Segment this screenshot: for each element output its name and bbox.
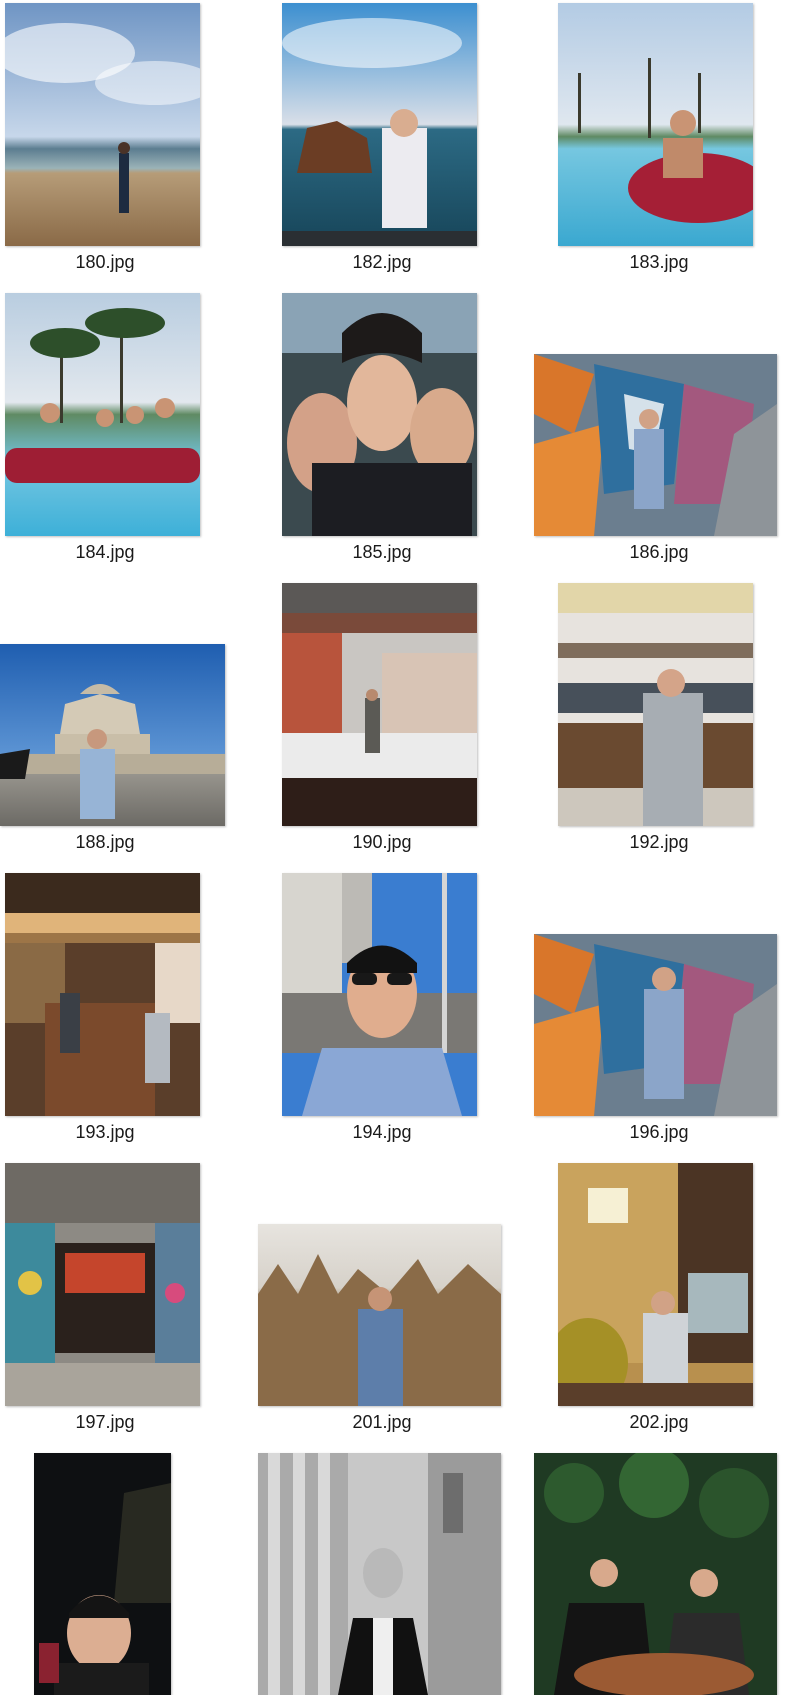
thumbnail-193[interactable] [5, 873, 200, 1116]
file-name: 182.jpg [352, 252, 412, 272]
thumbnail-201[interactable] [258, 1224, 501, 1406]
file-item-197[interactable]: 197.jpg [0, 1160, 262, 1450]
thumbnail-184[interactable] [5, 293, 200, 536]
file-item-190[interactable]: 190.jpg [262, 580, 524, 870]
thumbnail-186[interactable] [534, 354, 777, 536]
file-item-196[interactable]: 196.jpg [524, 870, 786, 1160]
file-item-180[interactable]: 180.jpg [0, 0, 262, 290]
thumbnail-196[interactable] [534, 934, 777, 1116]
file-item-183[interactable]: 183.jpg [524, 0, 786, 290]
file-name: 185.jpg [352, 542, 412, 562]
file-name: 202.jpg [629, 1412, 689, 1432]
file-name: 184.jpg [75, 542, 135, 562]
file-item-201[interactable]: 201.jpg [258, 1160, 524, 1450]
file-name: 194.jpg [352, 1122, 412, 1142]
file-name: 183.jpg [629, 252, 689, 272]
file-name: 193.jpg [75, 1122, 135, 1142]
file-item-182[interactable]: 182.jpg [262, 0, 524, 290]
thumbnail-182[interactable] [282, 3, 477, 246]
thumbnail-202[interactable] [558, 1163, 753, 1406]
file-item-186[interactable]: 186.jpg [524, 290, 786, 580]
file-item-192[interactable]: 192.jpg [524, 580, 786, 870]
thumbnail-185[interactable] [282, 293, 477, 536]
file-item-partial-1[interactable] [0, 1450, 262, 1695]
thumbnail-192[interactable] [558, 583, 753, 826]
file-item-partial-3[interactable] [524, 1450, 786, 1695]
thumbnail-194[interactable] [282, 873, 477, 1116]
thumbnail-183[interactable] [558, 3, 753, 246]
file-name: 192.jpg [629, 832, 689, 852]
file-item-193[interactable]: 193.jpg [0, 870, 262, 1160]
file-item-202[interactable]: 202.jpg [524, 1160, 786, 1450]
file-item-184[interactable]: 184.jpg [0, 290, 262, 580]
file-name: 197.jpg [75, 1412, 135, 1432]
thumbnail-partial-2[interactable] [258, 1453, 501, 1695]
thumbnail-188[interactable] [0, 644, 225, 826]
file-name: 180.jpg [75, 252, 135, 272]
file-item-185[interactable]: 185.jpg [262, 290, 524, 580]
thumbnail-197[interactable] [5, 1163, 200, 1406]
file-item-188[interactable]: 188.jpg [0, 580, 262, 870]
file-item-194[interactable]: 194.jpg [262, 870, 524, 1160]
thumbnail-partial-1[interactable] [34, 1453, 171, 1695]
file-name: 190.jpg [352, 832, 412, 852]
file-name: 196.jpg [629, 1122, 689, 1142]
file-item-partial-2[interactable] [258, 1450, 524, 1695]
file-name: 201.jpg [352, 1412, 412, 1432]
thumbnail-190[interactable] [282, 583, 477, 826]
file-name: 188.jpg [75, 832, 135, 852]
file-name: 186.jpg [629, 542, 689, 562]
thumbnail-180[interactable] [5, 3, 200, 246]
file-grid: 180.jpg 182.jpg 183.jpg 184.jpg 185.jpg … [0, 0, 786, 1695]
thumbnail-partial-3[interactable] [534, 1453, 777, 1695]
